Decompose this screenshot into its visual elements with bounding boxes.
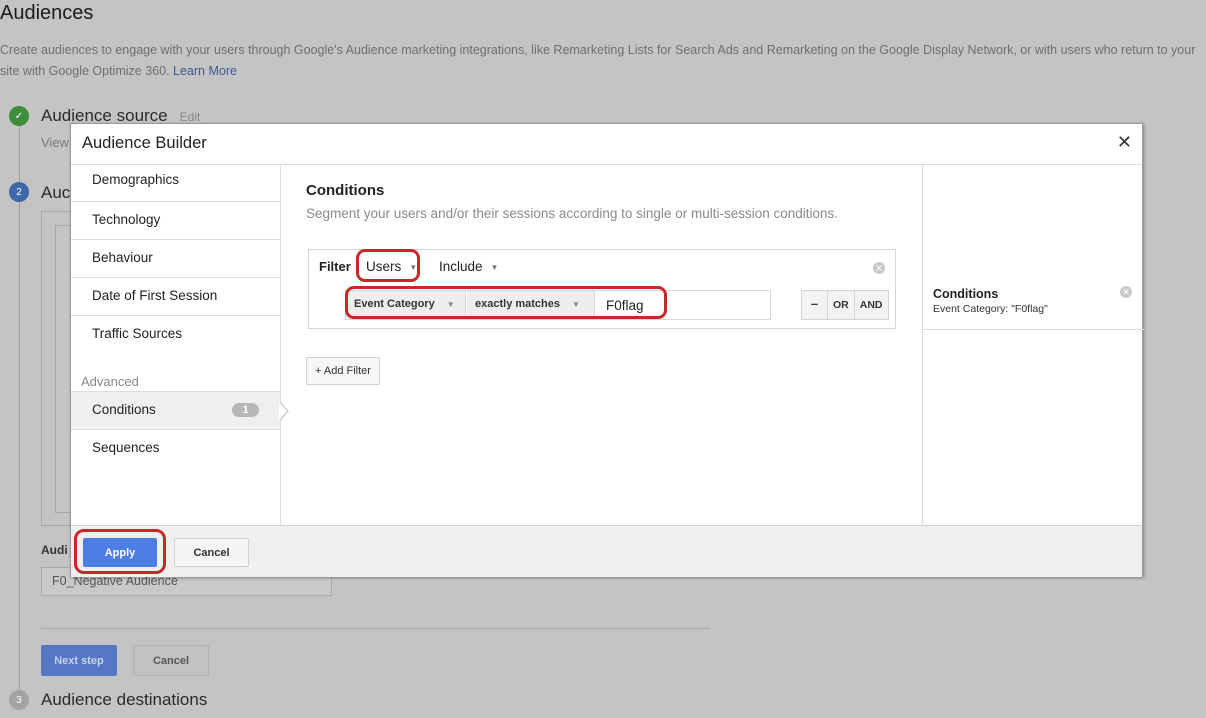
chevron-down-icon: ▼: [446, 300, 455, 309]
step-audience-definition: Auc: [41, 183, 71, 202]
nav-item-conditions[interactable]: Conditions 1: [71, 392, 280, 430]
step-audience-destinations: Audience destinations: [41, 690, 208, 709]
cancel-button[interactable]: Cancel: [174, 538, 249, 567]
modal-body: Demographics Technology Behaviour Date o…: [71, 165, 1144, 525]
nav-item-behaviour[interactable]: Behaviour: [71, 240, 280, 278]
audience-name-label: Audi: [41, 543, 68, 557]
remove-summary-icon[interactable]: ✕: [1120, 286, 1132, 298]
step-number-badge: 2: [9, 182, 29, 202]
or-button[interactable]: OR: [828, 291, 855, 319]
step-number-badge: 3: [9, 690, 29, 710]
summary-panel: Conditions Event Category: "F0flag" ✕: [922, 165, 1144, 525]
filter-scope-value: Users: [366, 259, 402, 274]
summary-description: Event Category: "F0flag": [933, 303, 1048, 315]
chevron-down-icon: ▼: [409, 262, 418, 272]
modal-header: Audience Builder ✕: [71, 124, 1142, 165]
nav-item-label: Technology: [92, 212, 161, 227]
summary-item: Conditions Event Category: "F0flag" ✕: [923, 278, 1144, 330]
nav-item-sequences[interactable]: Sequences: [71, 430, 280, 468]
modal-footer: Apply Cancel: [71, 525, 1142, 577]
nav-item-label: Traffic Sources: [92, 326, 183, 341]
nav-item-label: Sequences: [92, 440, 160, 455]
page-title: Audiences: [0, 2, 94, 24]
dimension-dropdown[interactable]: Event Category ▼: [346, 291, 466, 319]
dimension-value: Event Category: [354, 298, 435, 310]
nav-item-demographics[interactable]: Demographics: [71, 165, 280, 202]
builder-nav: Demographics Technology Behaviour Date o…: [71, 165, 281, 525]
apply-button[interactable]: Apply: [83, 538, 157, 567]
nav-item-label: Conditions: [92, 402, 156, 417]
step-complete-check-icon: ✓: [9, 106, 29, 126]
and-button[interactable]: AND: [855, 291, 888, 319]
nav-item-label: Behaviour: [92, 250, 153, 265]
filter-mode-dropdown[interactable]: Include ▼: [439, 259, 498, 274]
conditions-count-badge: 1: [232, 403, 259, 417]
add-filter-button[interactable]: + Add Filter: [306, 357, 380, 385]
edit-link[interactable]: Edit: [180, 110, 201, 124]
operator-value: exactly matches: [475, 298, 560, 310]
modal-title: Audience Builder: [82, 134, 207, 152]
chevron-down-icon: ▼: [490, 262, 499, 272]
step-subtitle: View: [41, 135, 69, 150]
condition-row: Event Category ▼ exactly matches ▼: [345, 290, 771, 320]
chevron-down-icon: ▼: [572, 300, 580, 309]
operator-dropdown[interactable]: exactly matches ▼: [467, 291, 595, 319]
divider: [41, 628, 710, 629]
nav-item-date-of-first-session[interactable]: Date of First Session: [71, 278, 280, 316]
filter-scope-dropdown[interactable]: Users ▼: [366, 259, 417, 274]
nav-section-advanced: Advanced: [71, 354, 280, 392]
next-step-button[interactable]: Next step: [41, 645, 117, 676]
audience-builder-modal: Audience Builder ✕ Demographics Technolo…: [70, 123, 1144, 577]
page-description: Create audiences to engage with your use…: [0, 40, 1206, 82]
nav-item-label: Date of First Session: [92, 288, 218, 303]
logic-button-group: – OR AND: [801, 290, 889, 320]
remove-filter-icon[interactable]: ✕: [873, 262, 885, 274]
conditions-panel: Conditions Segment your users and/or the…: [282, 165, 922, 525]
condition-value-input[interactable]: [596, 291, 770, 319]
learn-more-link[interactable]: Learn More: [173, 64, 237, 78]
conditions-description: Segment your users and/or their sessions…: [306, 206, 839, 221]
nav-item-traffic-sources[interactable]: Traffic Sources: [71, 316, 280, 354]
filter-mode-value: Include: [439, 259, 483, 274]
nav-item-label: Demographics: [92, 172, 180, 187]
conditions-title: Conditions: [306, 182, 385, 199]
cancel-step-button[interactable]: Cancel: [133, 645, 209, 676]
step-connector-line: [19, 125, 20, 705]
filter-group: Filter Users ▼ Include ▼ ✕ Event Category ▼…: [308, 249, 896, 329]
nav-item-technology[interactable]: Technology: [71, 202, 280, 240]
filter-label: Filter: [319, 259, 351, 274]
close-icon[interactable]: ✕: [1117, 132, 1132, 152]
summary-title: Conditions: [933, 287, 999, 301]
remove-condition-button[interactable]: –: [802, 291, 828, 319]
